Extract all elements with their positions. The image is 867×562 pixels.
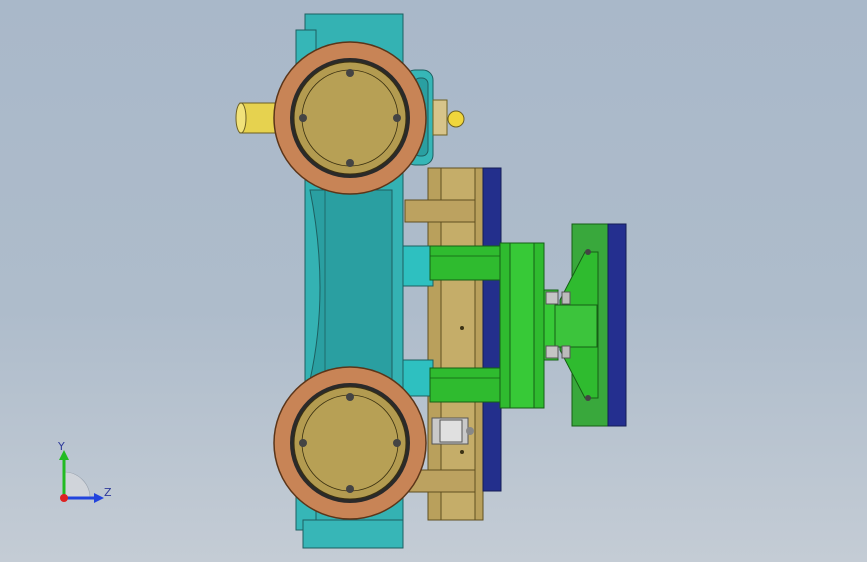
cad-model[interactable] xyxy=(0,0,867,562)
lower-knob[interactable] xyxy=(431,417,474,445)
axis-triad: Y Z xyxy=(48,440,118,510)
wheel-assembly-icon[interactable] xyxy=(273,41,427,195)
y-axis-label: Y xyxy=(58,440,65,453)
graphics-viewport[interactable]: Y Z xyxy=(0,0,867,562)
right-plate-assembly[interactable] xyxy=(554,223,627,427)
wheel-assembly-icon[interactable] xyxy=(273,366,427,520)
z-axis-label: Z xyxy=(104,486,112,499)
blue-plate[interactable] xyxy=(482,167,502,492)
